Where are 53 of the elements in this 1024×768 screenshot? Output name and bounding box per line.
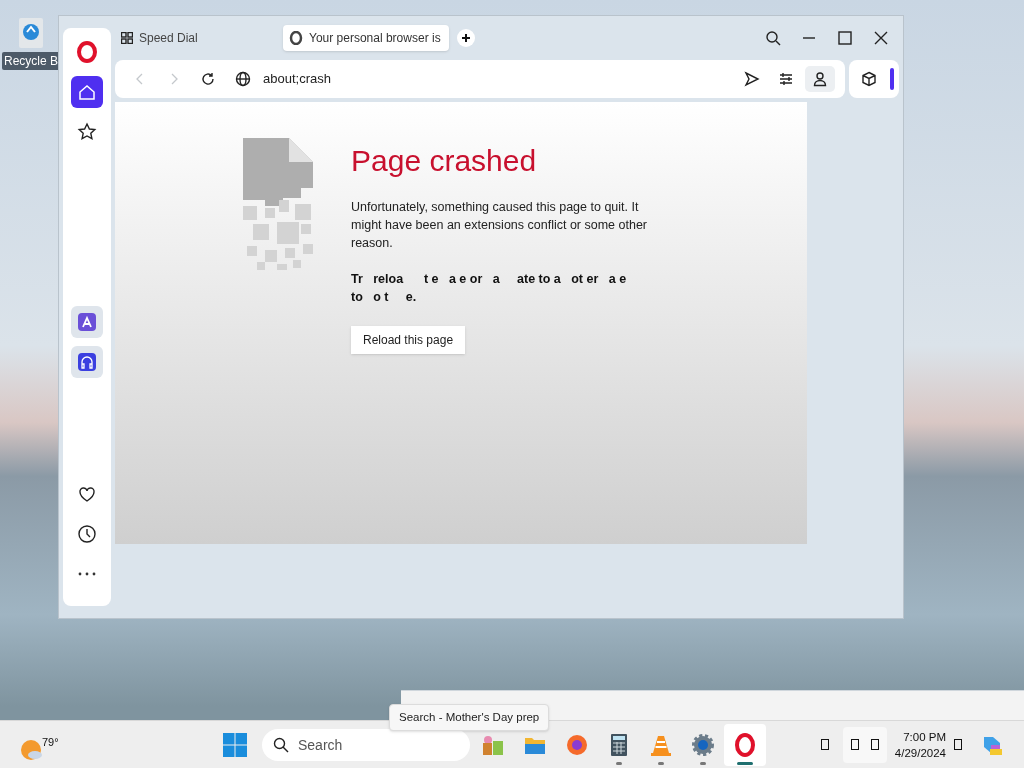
running-indicator xyxy=(616,761,622,765)
plus-icon xyxy=(461,33,471,43)
person-icon xyxy=(812,71,828,87)
sidebar-toggle[interactable] xyxy=(890,68,894,90)
sun-cloud-icon xyxy=(20,737,44,762)
taskbar-search-field[interactable]: Search xyxy=(262,728,470,761)
headphones-icon xyxy=(76,351,98,373)
suggestion-text: Tr reloa t e a e or a ate to a ot er a e to o t e. xyxy=(351,271,628,306)
new-tab-button[interactable] xyxy=(457,29,475,47)
opera-logo-icon xyxy=(76,41,98,63)
running-indicator xyxy=(700,761,706,765)
minimize-icon xyxy=(801,37,817,39)
desktop-icon-label[interactable]: Recycle B xyxy=(2,52,60,70)
sliders-icon xyxy=(778,71,794,87)
windows-logo-icon xyxy=(223,732,247,757)
more-icon xyxy=(78,572,96,576)
temperature-text[interactable]: 79° xyxy=(42,733,59,750)
reload-page-button[interactable]: Reload this page xyxy=(351,326,466,354)
clock-date[interactable]: 4/29/2024 xyxy=(894,744,946,761)
sidebar-button[interactable] xyxy=(71,346,103,378)
opera-logo-icon xyxy=(289,31,303,45)
error-message: Unfortunately, something caused this page to quit. It might have been an extensions conflict or some other reason. xyxy=(351,199,648,252)
globe-icon xyxy=(235,71,251,87)
gear-icon xyxy=(691,732,715,757)
maximize-icon xyxy=(837,30,853,46)
tray-icon[interactable] xyxy=(850,739,859,750)
tab[interactable]: Your personal browser is xyxy=(283,25,449,51)
reload-icon xyxy=(200,71,216,87)
page-title: Page crashed xyxy=(351,144,538,178)
running-indicator xyxy=(658,761,664,765)
taskbar-app-button[interactable] xyxy=(724,723,766,766)
clock-time[interactable]: 7:00 PM xyxy=(903,728,946,745)
clock-icon xyxy=(76,523,98,545)
running-indicator xyxy=(737,761,753,765)
system-tray[interactable] xyxy=(842,726,887,763)
send-icon xyxy=(744,71,760,87)
tray-icon[interactable] xyxy=(954,739,962,750)
grid-icon xyxy=(121,32,133,44)
close-icon xyxy=(873,30,889,46)
cube-icon xyxy=(861,71,877,87)
opera-logo-icon xyxy=(733,732,757,757)
search-icon xyxy=(273,736,289,753)
firefox-icon xyxy=(565,732,589,757)
search-icon xyxy=(765,30,781,46)
tray-icon[interactable] xyxy=(820,739,829,750)
person-button[interactable] xyxy=(805,66,835,92)
tab[interactable]: Speed Dial xyxy=(115,25,275,51)
tray-icon[interactable] xyxy=(870,739,879,750)
aria-app-icon xyxy=(76,311,98,333)
url-text[interactable]: about;crash xyxy=(263,69,733,89)
tooltip: Search - Mother's Day prep xyxy=(389,704,550,732)
star-icon xyxy=(76,121,98,143)
sidebar-button[interactable] xyxy=(71,76,103,108)
